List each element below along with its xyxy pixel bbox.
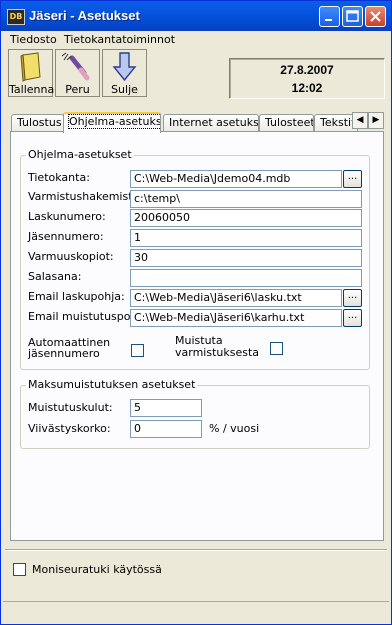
program-settings-group: Ohjelma-asetukset Tietokanta: C:\Web-Med… bbox=[20, 148, 370, 370]
tab-ohjelma-asetukset[interactable]: Ohjelma-asetukset bbox=[63, 112, 161, 133]
interest-rate-field[interactable]: 0 bbox=[130, 420, 202, 438]
member-number-label: Jäsennumero: bbox=[28, 230, 104, 243]
date-text: 27.8.2007 bbox=[280, 63, 334, 77]
tab-label: Internet asetukset bbox=[169, 116, 259, 129]
reminder-settings-group: Maksumuistutuksen asetukset Muistutuskul… bbox=[20, 378, 370, 449]
tab-label: Ohjelma-asetukset bbox=[68, 114, 160, 129]
tab-strip: Tulostus Ohjelma-asetukset Internet aset… bbox=[11, 112, 389, 133]
email-reminder-browse-button[interactable]: ... bbox=[343, 309, 362, 327]
email-reminder-template-field[interactable]: C:\Web-Media\Jäseri6\karhu.txt bbox=[130, 309, 342, 327]
database-label: Tietokanta: bbox=[28, 171, 90, 184]
left-arrow-icon: ◀ bbox=[356, 115, 364, 125]
email-invoice-template-field[interactable]: C:\Web-Media\Jäseri6\lasku.txt bbox=[130, 289, 342, 307]
interest-unit-label: % / vuosi bbox=[209, 422, 260, 435]
maximize-icon bbox=[346, 10, 359, 22]
close-window-button[interactable]: Sulje bbox=[102, 49, 147, 97]
menu-tietokantatoiminnot[interactable]: Tietokantatoiminnot bbox=[64, 33, 175, 46]
backup-dir-label: Varmistushakemisto: bbox=[28, 190, 143, 203]
separator bbox=[5, 549, 387, 551]
tab-internet-asetukset[interactable]: Internet asetukset bbox=[163, 114, 259, 131]
status-bar bbox=[3, 601, 389, 622]
settings-window: DB Jäseri - Asetukset Tiedosto Tietokant… bbox=[0, 0, 392, 625]
backup-dir-field[interactable]: c:\temp\ bbox=[130, 190, 362, 208]
email-invoice-template-label: Email laskupohja: bbox=[28, 290, 125, 303]
program-settings-title: Ohjelma-asetukset bbox=[26, 148, 134, 161]
save-book-icon bbox=[20, 52, 41, 82]
interest-rate-label: Viivästyskorko: bbox=[28, 422, 111, 435]
password-field[interactable] bbox=[130, 269, 362, 287]
tab-label: Tulosteet bbox=[265, 116, 314, 129]
tab-panel: Ohjelma-asetukset Tietokanta: C:\Web-Med… bbox=[10, 131, 384, 541]
close-button[interactable] bbox=[365, 6, 386, 27]
undo-label: Peru bbox=[65, 83, 90, 96]
undo-brush-icon bbox=[61, 52, 90, 81]
minimize-button[interactable] bbox=[319, 6, 340, 27]
tab-scroll-right[interactable]: ▶ bbox=[368, 112, 384, 129]
undo-button[interactable]: Peru bbox=[55, 49, 100, 97]
reminder-fee-field[interactable]: 5 bbox=[130, 399, 202, 417]
email-reminder-template-label: Email muistutuspohj: bbox=[28, 310, 145, 323]
remind-backup-checkbox[interactable] bbox=[270, 342, 283, 355]
backup-copies-field[interactable]: 30 bbox=[130, 249, 362, 267]
title-bar[interactable]: DB Jäseri - Asetukset bbox=[1, 1, 391, 31]
remind-backup-label-2: varmistuksesta bbox=[175, 346, 260, 359]
reminder-settings-title: Maksumuistutuksen asetukset bbox=[26, 378, 198, 391]
close-window-label: Sulje bbox=[111, 83, 138, 96]
member-number-field[interactable]: 1 bbox=[130, 229, 362, 247]
menu-tiedosto[interactable]: Tiedosto bbox=[10, 33, 57, 46]
auto-number-label-2: jäsennumero bbox=[28, 347, 100, 360]
email-invoice-browse-button[interactable]: ... bbox=[343, 289, 362, 307]
tab-tulosteet[interactable]: Tulosteet bbox=[259, 114, 314, 131]
invoice-number-label: Laskunumero: bbox=[28, 210, 106, 223]
tab-label: Tulostus bbox=[17, 116, 62, 129]
maximize-button[interactable] bbox=[342, 6, 363, 27]
auto-number-checkbox[interactable] bbox=[131, 344, 144, 357]
invoice-number-field[interactable]: 20060050 bbox=[130, 209, 362, 227]
tab-label: Tekstit bbox=[320, 116, 356, 129]
database-browse-button[interactable]: ... bbox=[343, 170, 362, 188]
close-arrow-icon bbox=[112, 52, 137, 82]
tab-tulostus[interactable]: Tulostus bbox=[11, 114, 64, 131]
backup-copies-label: Varmuuskopiot: bbox=[28, 250, 114, 263]
password-label: Salasana: bbox=[28, 270, 82, 283]
app-icon[interactable]: DB bbox=[7, 9, 25, 25]
time-text: 12:02 bbox=[291, 81, 323, 95]
reminder-fee-label: Muistutuskulut: bbox=[28, 401, 113, 414]
window-title: Jäseri - Asetukset bbox=[29, 8, 140, 23]
save-button[interactable]: Tallenna bbox=[8, 49, 55, 97]
save-label: Tallenna bbox=[9, 83, 55, 96]
database-field[interactable]: C:\Web-Media\Jdemo04.mdb bbox=[130, 170, 342, 188]
minimize-icon bbox=[325, 19, 332, 21]
menu-bar: Tiedosto Tietokantatoiminnot bbox=[1, 31, 391, 48]
multiclub-label: Moniseuratuki käytössä bbox=[32, 563, 162, 576]
right-arrow-icon: ▶ bbox=[372, 115, 380, 125]
multiclub-checkbox[interactable] bbox=[13, 563, 26, 576]
datetime-display: 27.8.2007 12:02 bbox=[229, 58, 385, 99]
tab-scroll-left[interactable]: ◀ bbox=[352, 112, 368, 129]
close-icon bbox=[370, 11, 381, 22]
